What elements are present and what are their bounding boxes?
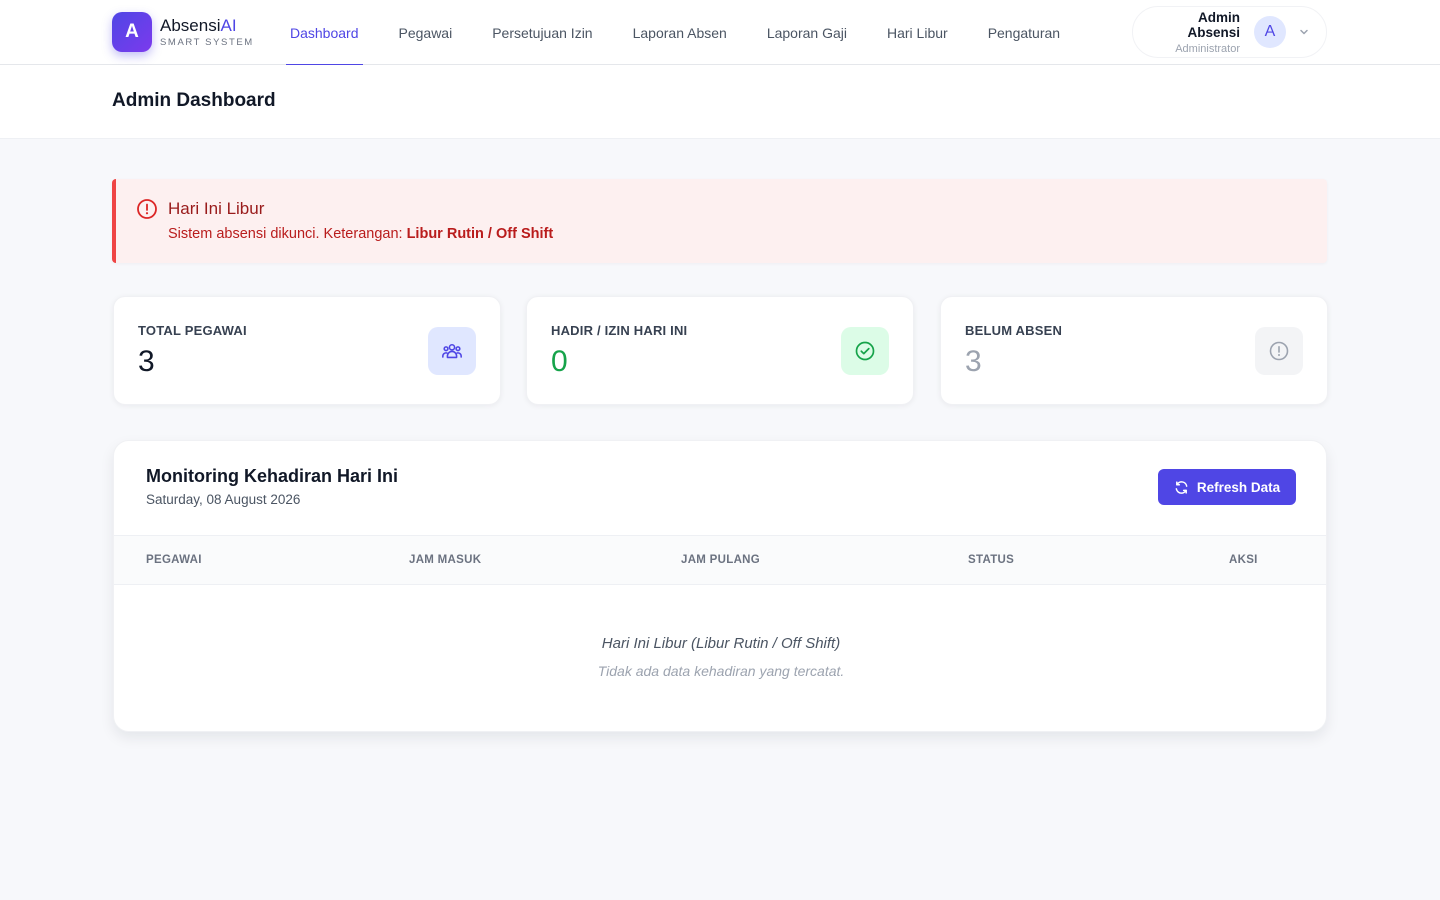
nav-item-dashboard[interactable]: Dashboard [270, 0, 379, 66]
stat-value: 3 [965, 345, 982, 378]
stat-card-belum-absen: BELUM ABSEN 3 [940, 296, 1328, 405]
empty-state-title: Hari Ini Libur (Libur Rutin / Off Shift) [601, 635, 841, 652]
column-header-aksi: AKSI [1229, 554, 1258, 566]
stat-card-hadir-izin: HADIR / IZIN HARI INI 0 [526, 296, 914, 405]
alert-message-text: Sistem absensi dikunci. Keterangan: [168, 226, 407, 242]
alert-circle-icon [1255, 327, 1303, 375]
empty-state-subtitle: Tidak ada data kehadiran yang tercatat. [597, 663, 845, 679]
panel-title: Monitoring Kehadiran Hari Ini [146, 466, 399, 486]
refresh-icon [1174, 480, 1189, 495]
user-menu[interactable]: Admin Absensi Administrator A [1132, 6, 1327, 58]
alert-message: Sistem absensi dikunci. Keterangan: Libu… [168, 226, 553, 242]
brand-name-main: Absensi [160, 16, 221, 35]
brand[interactable]: A AbsensiAI SMART SYSTEM [112, 12, 254, 52]
alert-title: Hari Ini Libur [168, 199, 265, 218]
user-info: Admin Absensi Administrator [1145, 10, 1240, 55]
stat-label: BELUM ABSEN [965, 323, 1063, 338]
refresh-data-button[interactable]: Refresh Data [1158, 469, 1296, 505]
nav-item-pengaturan[interactable]: Pengaturan [968, 0, 1080, 65]
nav-item-persetujuan-izin[interactable]: Persetujuan Izin [472, 0, 612, 65]
stat-label: HADIR / IZIN HARI INI [551, 323, 688, 338]
main-nav: Dashboard Pegawai Persetujuan Izin Lapor… [270, 0, 1080, 66]
page-header: Admin Dashboard [0, 65, 1440, 139]
column-header-pegawai[interactable]: PEGAWAI [146, 554, 202, 566]
stat-value: 0 [551, 345, 568, 378]
column-header-jam-pulang[interactable]: JAM PULANG [681, 554, 760, 566]
stat-value: 3 [138, 345, 155, 378]
holiday-alert: Hari Ini Libur Sistem absensi dikunci. K… [112, 179, 1327, 263]
attendance-monitoring-panel: Monitoring Kehadiran Hari Ini Saturday, … [113, 440, 1327, 732]
nav-item-hari-libur[interactable]: Hari Libur [867, 0, 968, 65]
brand-subtitle: SMART SYSTEM [160, 37, 254, 48]
stat-card-total-pegawai: TOTAL PEGAWAI 3 [113, 296, 501, 405]
brand-text: AbsensiAI SMART SYSTEM [160, 16, 254, 48]
avatar: A [1254, 16, 1286, 48]
table-header: PEGAWAI JAM MASUK JAM PULANG STATUS AKSI [114, 535, 1326, 585]
panel-date: Saturday, 08 August 2026 [146, 492, 301, 507]
column-header-status[interactable]: STATUS [968, 554, 1014, 566]
user-role: Administrator [1175, 42, 1240, 55]
nav-item-laporan-absen[interactable]: Laporan Absen [613, 0, 747, 65]
chevron-down-icon [1298, 26, 1310, 38]
nav-item-laporan-gaji[interactable]: Laporan Gaji [747, 0, 867, 65]
page-title: Admin Dashboard [112, 90, 276, 111]
refresh-data-label: Refresh Data [1196, 479, 1281, 495]
user-name: Admin Absensi [1187, 9, 1240, 40]
stat-label: TOTAL PEGAWAI [138, 323, 247, 338]
column-header-jam-masuk[interactable]: JAM MASUK [409, 554, 481, 566]
nav-item-pegawai[interactable]: Pegawai [379, 0, 473, 65]
users-icon [428, 327, 476, 375]
alert-circle-icon [136, 198, 158, 225]
check-circle-icon [841, 327, 889, 375]
top-navbar: A AbsensiAI SMART SYSTEM Dashboard Pegaw… [0, 0, 1440, 66]
brand-name-accent: AI [220, 16, 237, 35]
brand-logo: A [112, 12, 152, 52]
brand-name: AbsensiAI [160, 16, 254, 36]
alert-message-highlight: Libur Rutin / Off Shift [406, 226, 554, 242]
